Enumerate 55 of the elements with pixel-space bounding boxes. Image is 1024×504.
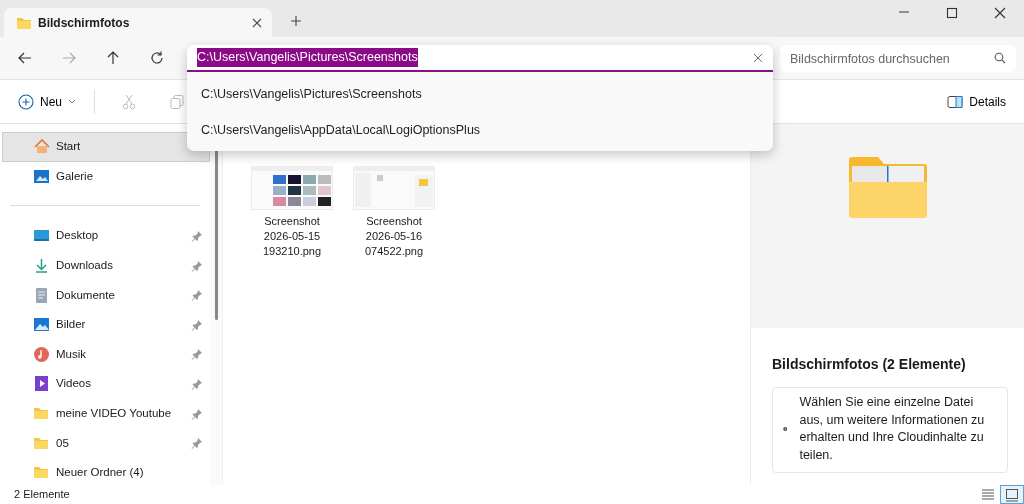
copy-icon[interactable] bbox=[169, 93, 185, 110]
sidebar-item[interactable]: Galerie bbox=[2, 161, 210, 192]
clear-icon[interactable] bbox=[753, 52, 763, 63]
gallery-icon bbox=[33, 167, 50, 185]
search-field[interactable]: Bildschirmfotos durchsuchen bbox=[780, 45, 1016, 72]
back-icon[interactable] bbox=[17, 50, 33, 66]
scissors-icon[interactable] bbox=[121, 93, 137, 110]
details-button[interactable]: Details bbox=[941, 88, 1012, 115]
sidebar-item[interactable]: meine VIDEO Youtube bbox=[2, 398, 210, 429]
file-item[interactable]: Screenshot 2026-05-15 193210.png bbox=[241, 166, 343, 259]
add-tab-icon[interactable] bbox=[290, 15, 302, 27]
pin-icon[interactable] bbox=[191, 348, 203, 361]
suggestion-item[interactable]: C:\Users\Vangelis\Pictures\Screenshots bbox=[187, 76, 773, 112]
view-toggle[interactable] bbox=[1000, 485, 1024, 504]
music-icon bbox=[33, 345, 50, 363]
pin-icon[interactable] bbox=[191, 230, 203, 242]
up-arrow-icon[interactable] bbox=[105, 50, 121, 66]
video-icon bbox=[33, 375, 50, 393]
pin-icon[interactable] bbox=[191, 259, 203, 272]
file-item[interactable]: Screenshot 2026-05-16 074522.png bbox=[343, 166, 445, 259]
document-icon bbox=[33, 286, 50, 304]
sidebar-item[interactable]: Neuer Ordner (4) bbox=[2, 457, 210, 488]
pin-icon[interactable] bbox=[191, 377, 203, 390]
refresh-icon[interactable] bbox=[149, 50, 165, 66]
tiles-view-icon bbox=[1004, 486, 1020, 503]
pin-icon[interactable] bbox=[191, 437, 203, 450]
details-pane-icon bbox=[947, 94, 964, 109]
sidebar-item[interactable]: Musik bbox=[2, 339, 210, 370]
new-button[interactable]: Neu bbox=[12, 88, 82, 115]
plus-icon bbox=[18, 93, 34, 110]
sidebar-item[interactable]: Dokumente bbox=[2, 280, 210, 310]
info-text: Wählen Sie eine einzelne Datei aus, um weitere Informationen zu erhalten und Ihre Cloudinhalte zu teilen. bbox=[799, 394, 985, 464]
caret-icon bbox=[68, 98, 76, 105]
sidebar-item[interactable]: Bilder bbox=[2, 309, 210, 340]
home-icon bbox=[33, 138, 50, 156]
details-title: Bildschirmfotos (2 Elemente) bbox=[772, 355, 967, 374]
sidebar-item[interactable]: Videos bbox=[2, 369, 210, 399]
address-text: C:\Users\Vangelis\Pictures\Screenshots bbox=[197, 48, 418, 67]
maximize-icon[interactable] bbox=[946, 7, 958, 19]
forward-icon[interactable] bbox=[61, 50, 77, 66]
item-count: 2 Elemente bbox=[14, 487, 70, 503]
pin-icon[interactable] bbox=[191, 318, 203, 331]
address-field[interactable]: C:\Users\Vangelis\Pictures\Screenshots bbox=[187, 45, 773, 72]
list-view-icon bbox=[980, 486, 996, 503]
folder-icon bbox=[847, 156, 928, 218]
sidebar-item[interactable]: 05 bbox=[2, 428, 210, 458]
sidebar-item[interactable]: Downloads bbox=[2, 250, 210, 281]
pin-icon[interactable] bbox=[191, 407, 203, 420]
sidebar-item[interactable]: Desktop bbox=[2, 221, 210, 251]
picture-icon bbox=[33, 316, 50, 334]
pin-icon[interactable] bbox=[191, 289, 203, 302]
close-icon[interactable] bbox=[252, 17, 262, 28]
close-icon[interactable] bbox=[994, 7, 1006, 19]
search-icon[interactable] bbox=[994, 52, 1006, 64]
download-icon bbox=[33, 257, 50, 275]
